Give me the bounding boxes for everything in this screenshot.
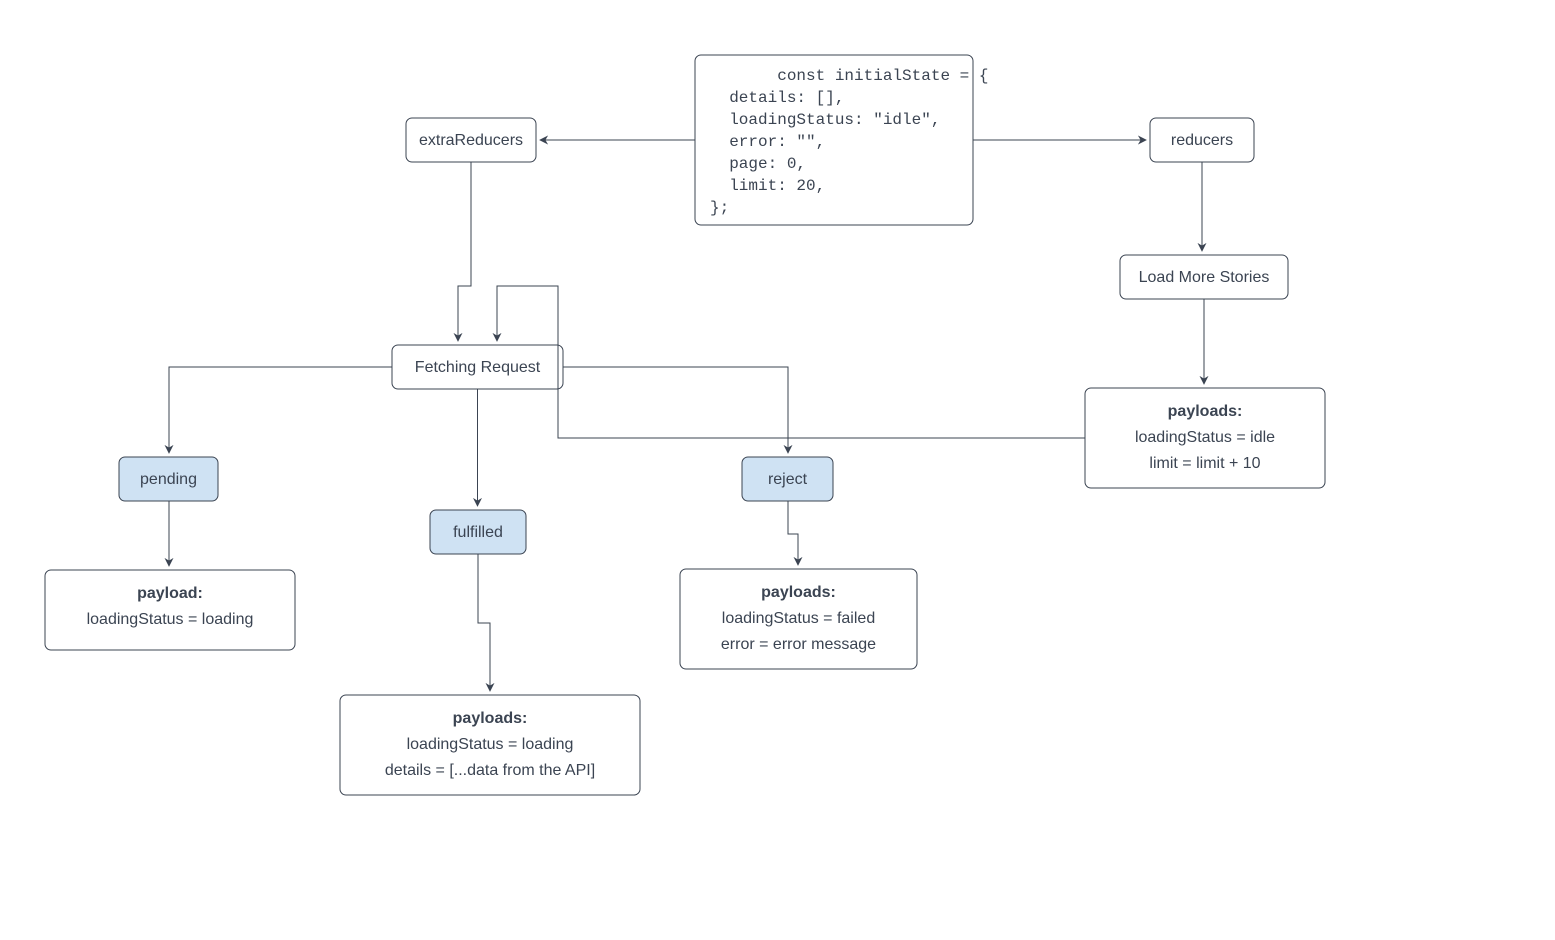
svg-text:error: "",: error: "", — [710, 133, 825, 151]
node-load-more: Load More Stories — [1120, 255, 1288, 299]
svg-text:Load More Stories: Load More Stories — [1139, 269, 1270, 286]
svg-text:pending: pending — [140, 471, 197, 488]
edge-reject-to-payload — [788, 501, 798, 565]
svg-text:loadingStatus = failed: loadingStatus = failed — [722, 610, 875, 627]
svg-text:extraReducers: extraReducers — [419, 132, 523, 149]
flow-diagram: const initialState = { details: [], load… — [0, 0, 1555, 940]
svg-text:limit = limit + 10: limit = limit + 10 — [1149, 455, 1260, 472]
edge-extra-to-fetching — [458, 162, 471, 341]
node-payload-load-more: payloads: loadingStatus = idle limit = l… — [1085, 388, 1325, 488]
edge-payload-loadmore-to-fetching — [497, 286, 1085, 438]
node-extra-reducers: extraReducers — [406, 118, 536, 162]
node-payload-fulfilled: payloads: loadingStatus = loading detail… — [340, 695, 640, 795]
svg-text:loadingStatus: "idle",: loadingStatus: "idle", — [710, 111, 940, 129]
svg-text:};: }; — [710, 199, 729, 217]
svg-text:details = [...data from the AP: details = [...data from the API] — [385, 762, 595, 779]
svg-text:limit: 20,: limit: 20, — [710, 177, 825, 195]
edge-fetching-to-pending — [169, 367, 392, 453]
svg-text:error = error message: error = error message — [721, 636, 876, 653]
svg-text:loadingStatus = idle: loadingStatus = idle — [1135, 429, 1275, 446]
svg-text:loadingStatus = loading: loadingStatus = loading — [87, 611, 254, 628]
node-reducers: reducers — [1150, 118, 1254, 162]
svg-text:payloads:: payloads: — [761, 584, 836, 601]
svg-text:payloads:: payloads: — [1168, 403, 1243, 420]
svg-text:fulfilled: fulfilled — [453, 524, 503, 541]
svg-text:payload:: payload: — [137, 585, 203, 602]
svg-text:reducers: reducers — [1171, 132, 1233, 149]
edge-fetching-to-reject — [563, 367, 788, 453]
svg-text:loadingStatus = loading: loadingStatus = loading — [407, 736, 574, 753]
node-fulfilled: fulfilled — [430, 510, 526, 554]
node-fetching-request: Fetching Request — [392, 345, 563, 389]
svg-text:Fetching Request: Fetching Request — [415, 359, 541, 376]
node-payload-pending: payload: loadingStatus = loading — [45, 570, 295, 650]
svg-text:const initialState = {: const initialState = { — [710, 67, 1036, 85]
svg-text:reject: reject — [768, 471, 808, 488]
node-payload-reject: payloads: loadingStatus = failed error =… — [680, 569, 917, 669]
svg-text:payloads:: payloads: — [453, 710, 528, 727]
node-pending: pending — [119, 457, 218, 501]
svg-text:details: [],: details: [], — [710, 89, 844, 107]
svg-text:page: 0,: page: 0, — [710, 155, 806, 173]
node-reject: reject — [742, 457, 833, 501]
edge-fulfilled-to-payload — [478, 554, 490, 691]
